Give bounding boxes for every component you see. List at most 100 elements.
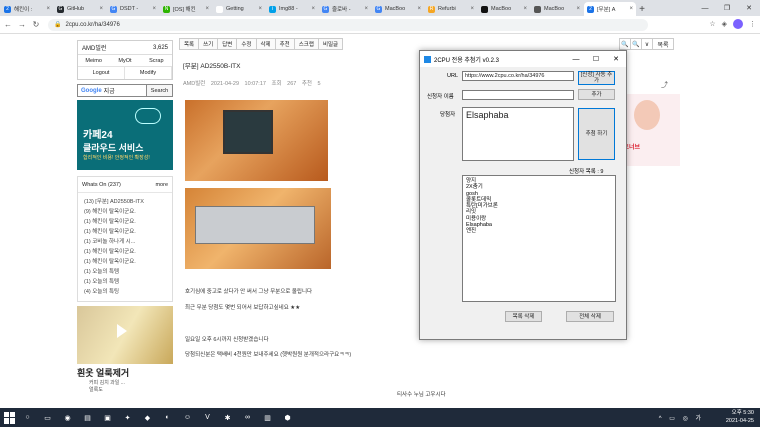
explorer-icon[interactable]: ▤ [79,409,96,426]
whats-on-item[interactable]: (1) 해킨이 탈옥이군요. [84,227,166,237]
dialog-maximize-icon[interactable]: ☐ [586,51,606,67]
applicant-list[interactable]: 양지 2X춤기 gosh 콜롯트데믹 특탄[미가브론 리잇 미용이랑 Elsaphaba 엔진 [462,175,616,302]
cafe24-ad[interactable]: 카페24 클라우드 서비스 합리적인 비용! 안정적인 확장성! [77,100,173,170]
share-icon[interactable]: ⤴ [661,80,668,90]
post-toolbar-button[interactable]: 쓰기 [198,38,219,50]
whats-on-item[interactable]: (1) 해킨이 탈옥이군요. [84,217,166,227]
logout-button[interactable]: Logout [78,67,125,79]
app-icon-5[interactable]: ⬢ [279,409,296,426]
tab-close-icon[interactable]: × [258,6,262,12]
applicant-input[interactable] [462,90,574,100]
profile-avatar[interactable] [733,19,743,29]
whats-on-item[interactable]: (4) 오늘의 특팅 [84,287,166,297]
browser-tab[interactable]: G DSDT - × [107,2,159,16]
whats-on-item[interactable]: (1) 오늘의 특템 [84,267,166,277]
browser-tab[interactable]: G MacBoo × [372,2,424,16]
app-icon-3[interactable]: ✱ [219,409,236,426]
discord-icon[interactable]: ☺ [179,409,196,426]
username[interactable]: AMD빌런 [82,43,106,52]
whats-on-item[interactable]: (1) 오늘의 특템 [84,277,166,287]
tab-close-icon[interactable]: × [364,6,368,12]
post-toolbar-button[interactable]: 삭제 [255,38,276,50]
tab-close-icon[interactable]: × [152,6,156,12]
whats-on-item[interactable]: (1) 해킨이 탈옥이군요. [84,247,166,257]
tab-close-icon[interactable]: × [523,6,527,12]
whats-on-item[interactable]: (13) [무분] AD2550B-ITX [84,197,166,207]
forward-icon[interactable]: → [16,20,28,29]
play-icon[interactable] [117,324,127,338]
search-button[interactable]: Search [147,84,173,97]
post-author[interactable]: AMD빌런 [183,81,205,87]
tab-close-icon[interactable]: × [311,6,315,12]
memo-link[interactable]: Meimo [78,55,110,67]
google-search-input[interactable]: Google 지금 [77,84,147,97]
post-toolbar-button[interactable]: 비밀글 [317,38,344,50]
minimize-icon[interactable]: — [694,0,716,16]
extractor-titlebar[interactable]: 2CPU 전용 추첨기 v0.2.3 — ☐ ✕ [420,51,626,67]
list-button[interactable]: 목록 [652,38,674,50]
reload-icon[interactable]: ↻ [30,20,42,29]
delete-list-button[interactable]: 목록 삭제 [505,311,542,322]
browser-tab[interactable]: N [OS] 해킨 × [160,2,212,16]
myot-link[interactable]: MyOt [109,55,141,67]
add-button[interactable]: 추가 [578,89,615,100]
tray-icons[interactable]: ^ ▭ ◎ 가 [659,413,704,422]
whats-on-item[interactable]: (1) 코비놀 하나게 시... [84,237,166,247]
tab-close-icon[interactable]: × [46,6,50,12]
delete-all-button[interactable]: 전체 삭제 [566,311,614,322]
dialog-minimize-icon[interactable]: — [566,51,586,67]
tab-close-icon[interactable]: × [205,6,209,12]
auto-add-button[interactable]: [신청] 자동 추가 [578,71,615,85]
more-link[interactable]: more [155,182,168,188]
browser-tab[interactable]: MacBoo × [478,2,530,16]
vscode-icon[interactable]: V [199,409,216,426]
dialog-close-icon[interactable]: ✕ [606,51,626,67]
browser-tab[interactable]: G 줄로바 - × [319,2,371,16]
app-icon-1[interactable]: ◆ [139,409,156,426]
chrome-icon[interactable]: ◉ [59,409,76,426]
clock[interactable]: 오후 5:30 2021-04-25 [726,409,754,425]
maximize-icon[interactable]: ❐ [716,0,738,16]
post-toolbar-button[interactable]: 목록 [179,38,200,50]
modify-button[interactable]: Modify [125,67,172,79]
app-icon-4[interactable]: ▥ [259,409,276,426]
extensions-icon[interactable]: ◈ [722,20,727,28]
url-input[interactable]: https://www.2cpu.co.kr/ha/34976 [462,71,574,81]
browser-tab[interactable]: R Refurbi × [425,2,477,16]
browser-tab[interactable]: i Img88 - × [266,2,318,16]
tab-close-icon[interactable]: × [470,6,474,12]
whats-on-item[interactable]: (1) 해킨이 탈옥이군요. [84,257,166,267]
post-toolbar-button[interactable]: 추천 [274,38,295,50]
tab-close-icon[interactable]: × [576,6,580,12]
star-icon[interactable]: ☆ [709,20,715,28]
menu-icon[interactable]: ⋮ [749,20,756,28]
start-button[interactable] [4,411,16,424]
browser-tab[interactable]: ✦ Getting × [213,2,265,16]
task-view-icon[interactable]: ▭ [39,409,56,426]
browser-tab[interactable]: MacBoo × [531,2,583,16]
tab-close-icon[interactable]: × [629,6,633,12]
search-icon[interactable]: ○ [19,409,36,426]
browser-tab[interactable]: G GitHub × [54,2,106,16]
browser-tab[interactable]: 2 [무분] A × [584,2,636,16]
ad2-title[interactable]: 흰옷 얼룩제거 [77,366,173,379]
applicant-list-item[interactable]: 엔진 [466,228,612,234]
back-icon[interactable]: ← [2,20,14,29]
video-ad[interactable] [77,306,173,364]
whats-on-item[interactable]: (9) 해킨이 탈옥이군요. [84,207,166,217]
app-icon-2[interactable]: ◐ [159,409,176,426]
post-toolbar-button[interactable]: 수정 [236,38,257,50]
tab-close-icon[interactable]: × [417,6,421,12]
new-tab-button[interactable]: + [636,2,648,16]
post-toolbar-button[interactable]: 스크랩 [293,38,319,50]
terminal-icon[interactable]: ▣ [99,409,116,426]
browser-tab[interactable]: 2 해킨이 : × [1,2,53,16]
scrap-link[interactable]: Scrap [140,55,172,67]
draw-button[interactable]: 추첨 하기 [578,108,615,160]
tab-close-icon[interactable]: × [99,6,103,12]
close-icon[interactable]: ✕ [738,0,760,16]
twitter-icon[interactable]: ✦ [119,409,136,426]
url-field[interactable]: 🔒 2cpu.co.kr/ha/34976 [48,18,648,31]
visual-studio-icon[interactable]: ∞ [239,409,256,426]
post-toolbar-button[interactable]: 답변 [217,38,238,50]
